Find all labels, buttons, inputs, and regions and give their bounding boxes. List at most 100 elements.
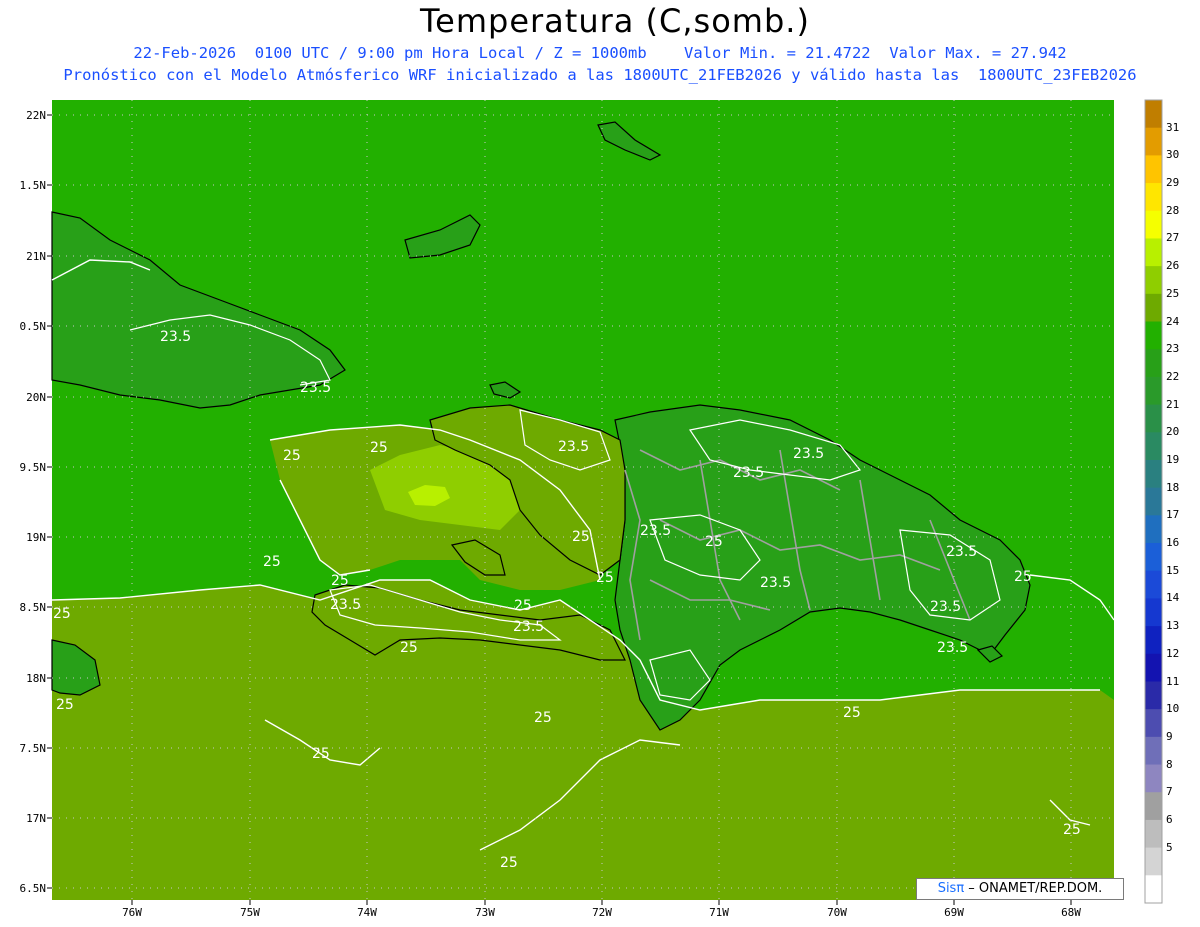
legend-swatch	[1145, 487, 1162, 516]
legend-swatch	[1145, 570, 1162, 600]
contour-label: 25	[596, 570, 614, 586]
lon-label: 70W	[827, 906, 847, 919]
legend-swatch	[1145, 598, 1162, 627]
contour-label: 23.5	[930, 599, 961, 615]
legend-label: 29	[1166, 176, 1180, 190]
contour-label: 25	[843, 705, 861, 721]
legend-label: 13	[1166, 619, 1180, 633]
legend-label: 23	[1166, 342, 1180, 356]
contour-label: 25	[514, 598, 532, 614]
contour-label: 25	[1014, 569, 1032, 585]
contour-label: 25	[705, 534, 723, 550]
lon-label: 71W	[709, 906, 729, 919]
legend-label: 27	[1166, 231, 1180, 245]
contour-label: 25	[263, 554, 281, 570]
contour-label: 23.5	[300, 380, 331, 396]
contour-label: 23.5	[160, 329, 191, 345]
contour-label: 23.5	[733, 465, 764, 481]
lat-label: 1.5N	[19, 179, 47, 192]
contour-labels-extra: 25	[1063, 822, 1081, 838]
contour-label: 25	[331, 573, 349, 589]
lat-label: 7.5N	[19, 742, 47, 755]
contour-label: 23.5	[760, 575, 791, 591]
lon-label: 69W	[944, 906, 964, 919]
legend-swatch	[1145, 681, 1162, 710]
legend-swatch	[1145, 653, 1162, 683]
legend-label: 18	[1166, 480, 1180, 494]
lat-label: 0.5N	[19, 320, 47, 333]
lon-label: 75W	[240, 906, 260, 919]
lon-label: 68W	[1061, 906, 1081, 919]
legend-swatch	[1145, 432, 1162, 461]
legend-swatch	[1145, 792, 1162, 821]
credit-box: Sisπ – ONAMET/REP.DOM.	[916, 878, 1124, 900]
contour-label: 25	[534, 710, 552, 726]
contour-label: 25	[500, 855, 518, 871]
legend-swatch	[1145, 736, 1162, 766]
legend-swatch	[1145, 266, 1162, 295]
legend-label: 8	[1166, 757, 1173, 771]
legend-swatch	[1145, 764, 1162, 793]
legend-label: 28	[1166, 203, 1180, 217]
contour-label: 23.5	[937, 640, 968, 656]
lat-label: 18N	[26, 672, 46, 685]
legend-label: 25	[1166, 286, 1180, 300]
legend-label: 30	[1166, 148, 1180, 162]
legend-label: 21	[1166, 397, 1180, 411]
lon-label: 76W	[122, 906, 142, 919]
lat-label: 21N	[26, 250, 46, 263]
legend-label: 5	[1166, 840, 1173, 854]
subtitle-model-info: Pronóstico con el Modelo Atmósferico WRF…	[63, 66, 1137, 84]
legend-swatch	[1145, 404, 1162, 433]
legend-label: 31	[1166, 120, 1180, 134]
lon-label: 74W	[357, 906, 377, 919]
contour-label: 25	[312, 746, 330, 762]
legend-swatch	[1145, 210, 1162, 240]
subtitle-valid-time: 22-Feb-2026 0100 UTC / 9:00 pm Hora Loca…	[133, 44, 1067, 62]
lat-label: 6.5N	[19, 882, 47, 895]
legend-label: 24	[1166, 314, 1180, 328]
contour-label: 25	[370, 440, 388, 456]
legend-label: 26	[1166, 259, 1180, 273]
legend-swatch	[1145, 709, 1162, 738]
legend-label: 15	[1166, 563, 1180, 577]
contour-label: 23.5	[330, 597, 361, 613]
temperature-map: 23.5 23.5 23.5 23.5 23.5 23.5 23.5 23.5 …	[47, 99, 1163, 905]
lat-label: 19N	[26, 531, 46, 544]
contour-label: 23.5	[946, 544, 977, 560]
legend-swatch	[1145, 155, 1162, 184]
contour-label: 25	[400, 640, 418, 656]
legend-swatch	[1145, 376, 1162, 406]
legend-swatch	[1145, 127, 1162, 156]
contour-label: 23.5	[513, 619, 544, 635]
lon-label: 73W	[475, 906, 495, 919]
contour-label: 25	[1063, 822, 1081, 838]
legend-swatch	[1145, 515, 1162, 544]
legend-swatch	[1145, 847, 1162, 876]
lat-label: 9.5N	[19, 461, 47, 474]
legend-label: 20	[1166, 425, 1180, 439]
legend-swatch	[1145, 349, 1162, 378]
legend-label: 6	[1166, 812, 1173, 826]
credit-text: – ONAMET/REP.DOM.	[964, 881, 1103, 896]
legend-label: 14	[1166, 591, 1180, 605]
legend-swatch	[1145, 100, 1162, 129]
contour-label: 25	[572, 529, 590, 545]
legend-label: 11	[1166, 674, 1180, 688]
legend-label: 17	[1166, 508, 1180, 522]
contour-label: 25	[283, 448, 301, 464]
legend-swatch	[1145, 321, 1162, 350]
legend-swatch	[1145, 626, 1162, 655]
contour-label: 23.5	[558, 439, 589, 455]
legend-swatch	[1145, 183, 1162, 212]
contour-label: 23.5	[793, 446, 824, 462]
contour-label: 25	[56, 697, 74, 713]
chart-title: Temperatura (C,somb.)	[420, 2, 810, 40]
legend-swatch	[1145, 459, 1162, 489]
lat-label: 17N	[26, 812, 46, 825]
lon-label: 72W	[592, 906, 612, 919]
legend-label: 16	[1166, 536, 1180, 549]
contour-label: 25	[53, 606, 71, 622]
legend-label: 22	[1166, 369, 1180, 383]
legend-swatch	[1145, 819, 1162, 849]
